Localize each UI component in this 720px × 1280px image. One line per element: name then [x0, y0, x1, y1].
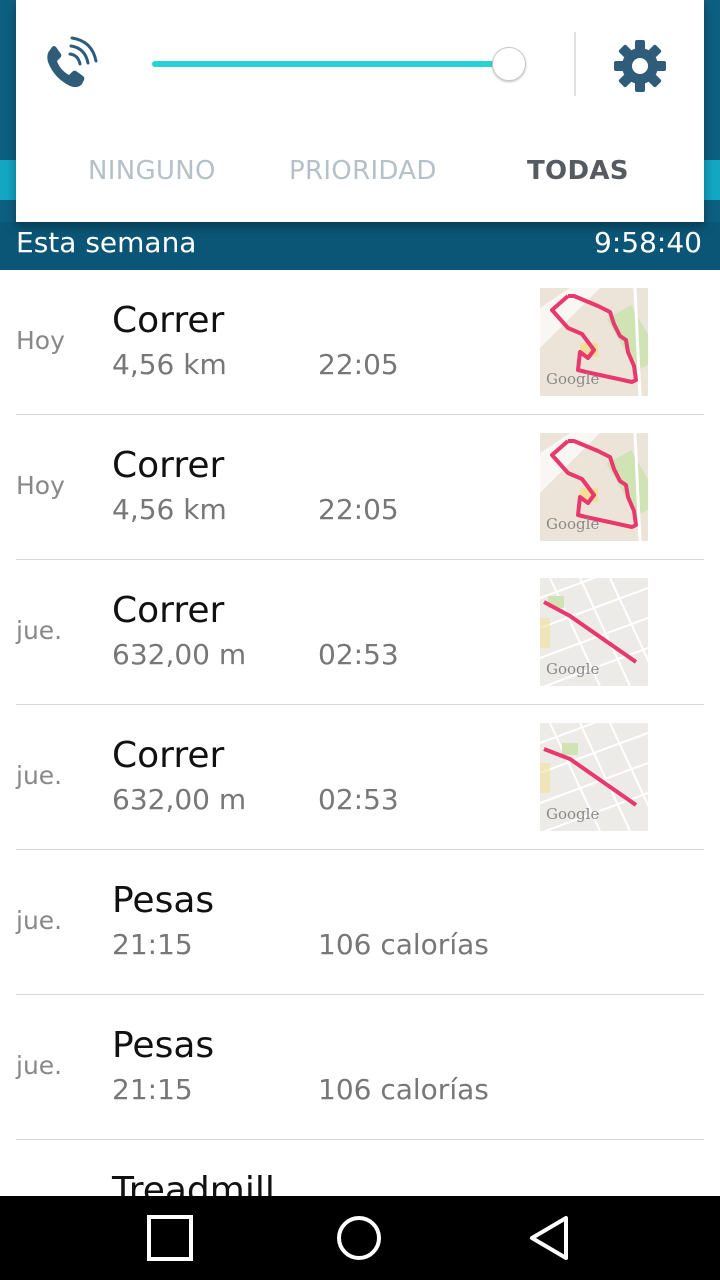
navigation-bar: [0, 1196, 720, 1280]
activity-row[interactable]: jue. Pesas 21:15 106 calorías: [16, 995, 704, 1140]
recents-icon[interactable]: [146, 1214, 194, 1262]
activity-distance: 632,00 m: [112, 783, 247, 816]
activity-row[interactable]: jue. Correr 632,00 m 02:53 Google: [16, 702, 704, 850]
activity-duration: 22:05: [318, 348, 399, 381]
volume-slider-track[interactable]: [152, 61, 508, 67]
google-watermark: Google: [546, 660, 599, 678]
activity-calories: 106 calorías: [318, 928, 489, 961]
week-time: 9:58:40: [594, 226, 702, 259]
route-map-thumbnail[interactable]: Google: [540, 287, 662, 397]
activity-title: Treadmill: [112, 1170, 275, 1196]
activity-distance: 4,56 km: [112, 493, 227, 526]
route-map-thumbnail[interactable]: Google: [539, 702, 661, 834]
activity-day: jue.: [16, 906, 63, 935]
activity-duration: 21:15: [112, 1073, 193, 1106]
week-header: Esta semana 9:58:40: [0, 222, 720, 270]
activity-title: Correr: [112, 300, 225, 341]
volume-panel: NINGUNO PRIORIDAD TODAS: [16, 0, 704, 222]
gear-icon[interactable]: [610, 36, 670, 96]
mode-tab-none[interactable]: NINGUNO: [88, 156, 216, 186]
phone-volume-icon: [40, 36, 100, 96]
home-icon[interactable]: [335, 1214, 383, 1262]
google-watermark: Google: [546, 515, 599, 533]
activity-day: jue.: [16, 761, 63, 790]
activity-list: Hoy Correr 4,56 km 22:05 Google Hoy Corr…: [0, 270, 720, 1196]
activity-row[interactable]: Treadmill: [16, 1140, 704, 1196]
route-map-thumbnail[interactable]: Google: [539, 557, 661, 689]
mode-tab-all[interactable]: TODAS: [527, 156, 629, 186]
route-map-thumbnail[interactable]: Google: [540, 432, 662, 542]
mode-tab-priority[interactable]: PRIORIDAD: [289, 156, 437, 186]
activity-duration: 02:53: [318, 783, 399, 816]
activity-calories: 106 calorías: [318, 1073, 489, 1106]
back-icon[interactable]: [526, 1214, 574, 1262]
activity-day: Hoy: [16, 326, 65, 355]
activity-distance: 4,56 km: [112, 348, 227, 381]
google-watermark: Google: [546, 805, 599, 823]
activity-row[interactable]: Hoy Correr 4,56 km 22:05 Google: [16, 415, 704, 560]
activity-day: jue.: [16, 1051, 63, 1080]
volume-slider-thumb[interactable]: [492, 47, 526, 81]
activity-duration: 02:53: [318, 638, 399, 671]
activity-title: Correr: [112, 590, 225, 631]
activity-row[interactable]: Hoy Correr 4,56 km 22:05 Google: [16, 270, 704, 415]
activity-day: jue.: [16, 616, 63, 645]
activity-title: Correr: [112, 445, 225, 486]
activity-distance: 632,00 m: [112, 638, 247, 671]
activity-title: Pesas: [112, 1025, 215, 1066]
activity-title: Correr: [112, 735, 225, 776]
google-watermark: Google: [546, 370, 599, 388]
activity-duration: 21:15: [112, 928, 193, 961]
activity-row[interactable]: jue. Correr 632,00 m 02:53 Google: [16, 557, 704, 705]
activity-title: Pesas: [112, 880, 215, 921]
panel-divider: [574, 32, 576, 96]
activity-duration: 22:05: [318, 493, 399, 526]
activity-day: Hoy: [16, 471, 65, 500]
activity-row[interactable]: jue. Pesas 21:15 106 calorías: [16, 850, 704, 995]
week-label: Esta semana: [16, 226, 197, 259]
